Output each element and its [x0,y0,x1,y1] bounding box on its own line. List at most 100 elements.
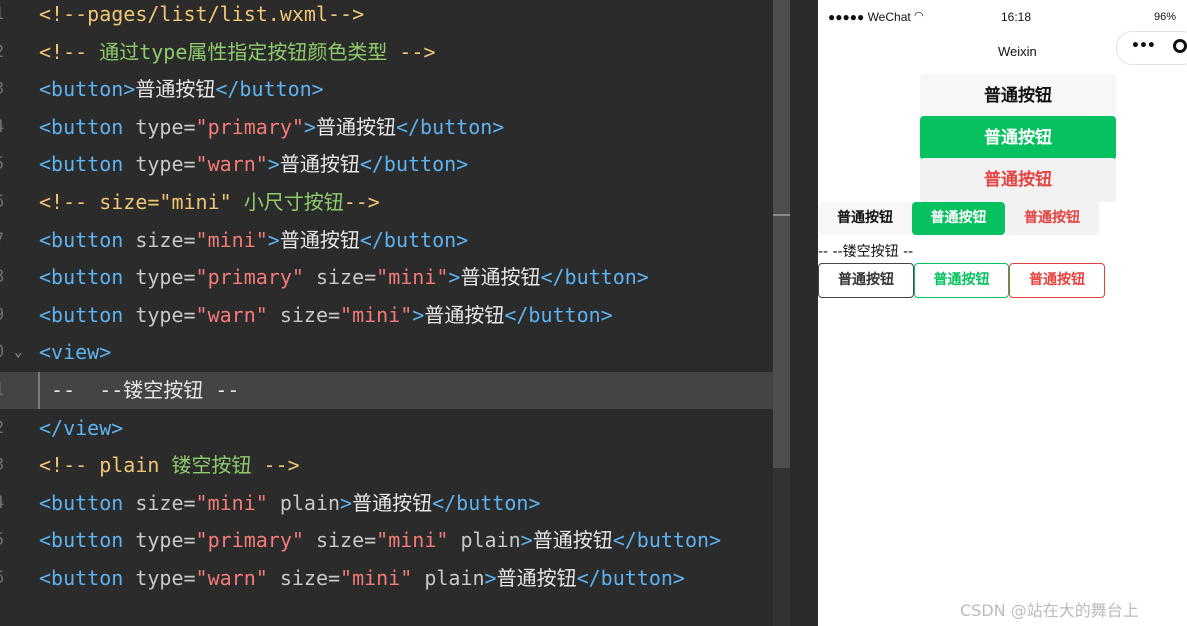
code-text: <view> [39,334,111,371]
code-editor[interactable]: 1 <!--pages/list/list.wxml--> 2 <!-- 通过type… [0,0,790,626]
line-number: 4 [0,109,12,146]
code-token: type= [123,265,196,290]
code-token: > [340,490,353,515]
code-token: "warn" [195,152,268,177]
code-line[interactable]: 6 <!-- size="mini" 小尺寸按钮--> [0,184,790,221]
code-token: <button [39,114,124,139]
code-token: 普通按钮 [496,566,577,590]
editor-scrollbar-thumb[interactable] [773,0,790,468]
default-button[interactable]: 普通按钮 [920,74,1116,118]
more-dots-icon[interactable]: ••• [1131,38,1156,54]
code-token: </button> [432,490,541,515]
code-token: size= [267,566,341,590]
line-number: 3 [0,71,12,108]
code-token: "mini" [340,566,413,590]
carrier-signal: ●●●●● WeChat [828,10,911,24]
code-token: type= [123,566,196,590]
capsule-close-icon[interactable] [1173,39,1187,53]
code-text: <!-- plain 镂空按钮 --> [39,447,300,484]
line-number: 0 [0,334,12,371]
code-text: <button size="mini">普通按钮</button> [39,222,468,259]
code-token: 小尺寸按钮 [243,190,344,214]
code-token: "primary" [195,528,304,553]
plain-default-button[interactable]: 普通按钮 [818,263,914,298]
code-token: </button> [359,152,469,177]
code-line[interactable]: 0⌄ <view> [0,334,790,371]
code-token: </view> [39,415,124,440]
code-token: </button> [359,227,469,252]
code-text: <button>普通按钮</button> [39,71,324,108]
scrollbar-position-marker [773,214,790,216]
code-token: --> [387,39,436,64]
code-token: <button [39,528,124,553]
code-line[interactable]: 8 <button type="primary" size="mini">普通按钮… [0,259,790,296]
menu-capsule[interactable]: ••• [1116,31,1187,65]
code-token: "mini" [376,528,449,553]
line-number: 2 [0,410,12,447]
code-text: <button type="primary" size="mini" plain… [39,522,721,559]
code-token: <button [39,490,124,515]
simulator-panel: ●●●●● WeChat ◠ 16:18 96% Weixin ••• 普通按钮… [818,0,1187,626]
code-token: 镂空按钮 [171,453,252,478]
primary-button[interactable]: 普通按钮 [920,116,1116,160]
watermark-text: CSDN @站在大的舞台上 [960,601,1139,620]
code-token: type= [123,302,196,327]
code-token: </button> [612,528,722,553]
code-line[interactable]: 4 <button size="mini" plain>普通按钮</button> [0,485,790,522]
code-line[interactable]: 1 -- --镂空按钮 -- [0,372,790,409]
code-text: <button type="primary" size="mini">普通按钮<… [39,259,649,296]
mini-primary-button[interactable]: 普通按钮 [912,202,1005,235]
fold-chevron-icon[interactable]: ⌄ [14,334,22,371]
code-line[interactable]: 3 <button>普通按钮</button> [0,71,790,108]
code-token: > [412,302,425,327]
code-line[interactable]: 3 <!-- plain 镂空按钮 --> [0,447,790,484]
code-token: > [267,152,280,177]
code-token: <button> [39,77,136,102]
code-token: <button [39,152,124,177]
plain-warn-button[interactable]: 普通按钮 [1009,263,1105,298]
line-number: 4 [0,485,12,522]
mini-default-button[interactable]: 普通按钮 [818,202,912,235]
code-text: </view> [39,410,123,447]
code-text: -- --镂空按钮 -- [39,372,239,409]
code-token: > [303,114,316,139]
code-token: 普通按钮 [135,77,216,102]
code-text: <button type="warn" size="mini" plain>普通… [39,560,685,597]
code-token: <!-- [39,39,100,64]
code-line[interactable]: 5 <button type="primary" size="mini" plai… [0,522,790,559]
code-text: <button size="mini" plain>普通按钮</button> [39,485,540,522]
code-text: <button type="warn" size="mini">普通按钮</bu… [39,297,613,334]
code-line[interactable]: 5 <button type="warn">普通按钮</button> [0,146,790,183]
code-token: <button [39,265,124,290]
line-number: 5 [0,522,12,559]
code-token: type= [123,114,196,139]
code-line[interactable]: 4 <button type="primary">普通按钮</button> [0,109,790,146]
code-token: plain [448,528,521,553]
code-token: <!-- plain [39,453,172,478]
line-number: 9 [0,297,12,334]
mini-warn-button[interactable]: 普通按钮 [1005,202,1099,235]
warn-button[interactable]: 普通按钮 [920,158,1116,202]
code-token: "primary" [195,265,304,290]
status-time: 16:18 [1001,10,1032,24]
code-token: type= [123,152,196,177]
code-line[interactable]: 1 <!--pages/list/list.wxml--> [0,0,790,33]
code-token: > [484,566,497,590]
code-token: "warn" [195,566,268,590]
plain-primary-button[interactable]: 普通按钮 [914,263,1009,298]
code-line[interactable]: 2 </view> [0,410,790,447]
code-token: size= [303,265,377,290]
code-token: 普通按钮 [352,490,433,515]
code-line[interactable]: 2 <!-- 通过type属性指定按钮颜色类型 --> [0,34,790,71]
code-token: "primary" [195,114,304,139]
code-token: </button> [215,77,324,102]
code-line[interactable]: 9 <button type="warn" size="mini">普通按钮</b… [0,297,790,334]
code-line[interactable]: 7 <button size="mini">普通按钮</button> [0,222,790,259]
code-token: <view> [39,340,112,365]
code-token: 普通按钮 [460,265,541,290]
plain-section-label: -- --镂空按钮 -- [818,244,914,260]
wifi-icon: ◠ [914,10,924,22]
code-line[interactable]: 6 <button type="warn" size="mini" plain>普… [0,560,790,597]
line-number: 6 [0,560,12,597]
code-text: <!--pages/list/list.wxml--> [39,0,364,33]
